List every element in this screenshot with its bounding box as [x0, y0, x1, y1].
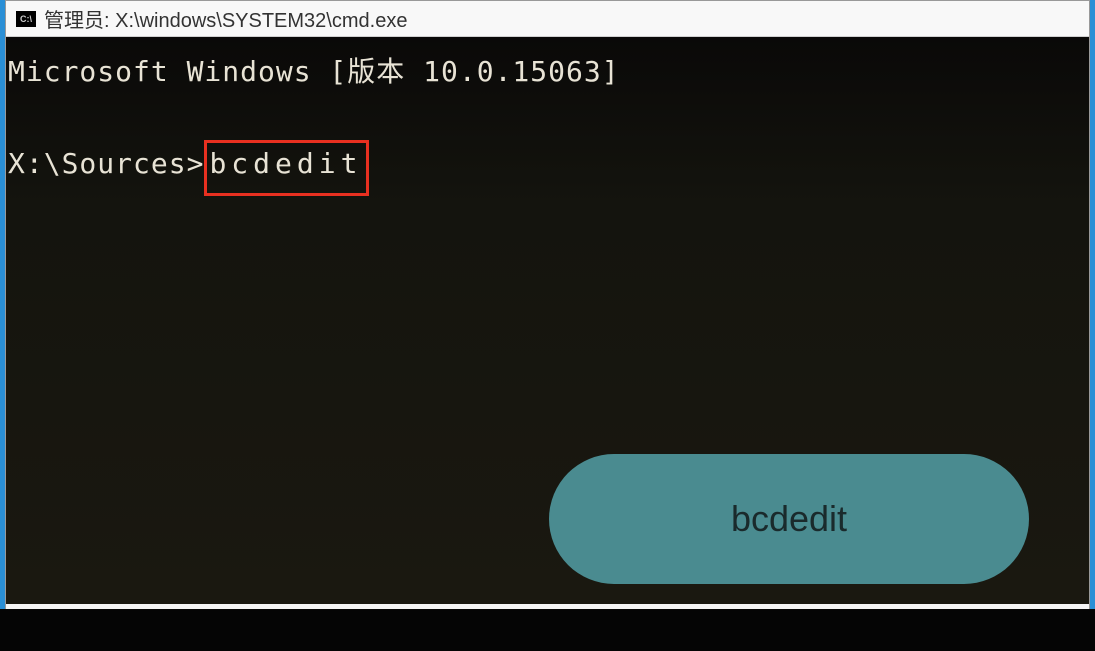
window-title: 管理员: X:\windows\SYSTEM32\cmd.exe — [44, 4, 407, 33]
command-prompt-window: C:\ 管理员: X:\windows\SYSTEM32\cmd.exe Mic… — [5, 0, 1090, 645]
prompt-line: X:\Sources> bcdedit — [8, 143, 1077, 196]
bottom-black-bar — [0, 609, 1095, 651]
prompt-text: X:\Sources> — [8, 143, 204, 185]
command-text: bcdedit — [209, 147, 362, 180]
version-line: Microsoft Windows [版本 10.0.15063] — [8, 51, 1077, 93]
command-highlight-box: bcdedit — [204, 140, 369, 196]
callout-label: bcdedit — [731, 498, 847, 540]
cmd-icon: C:\ — [16, 11, 36, 27]
callout-button[interactable]: bcdedit — [549, 454, 1029, 584]
titlebar[interactable]: C:\ 管理员: X:\windows\SYSTEM32\cmd.exe — [6, 1, 1089, 37]
